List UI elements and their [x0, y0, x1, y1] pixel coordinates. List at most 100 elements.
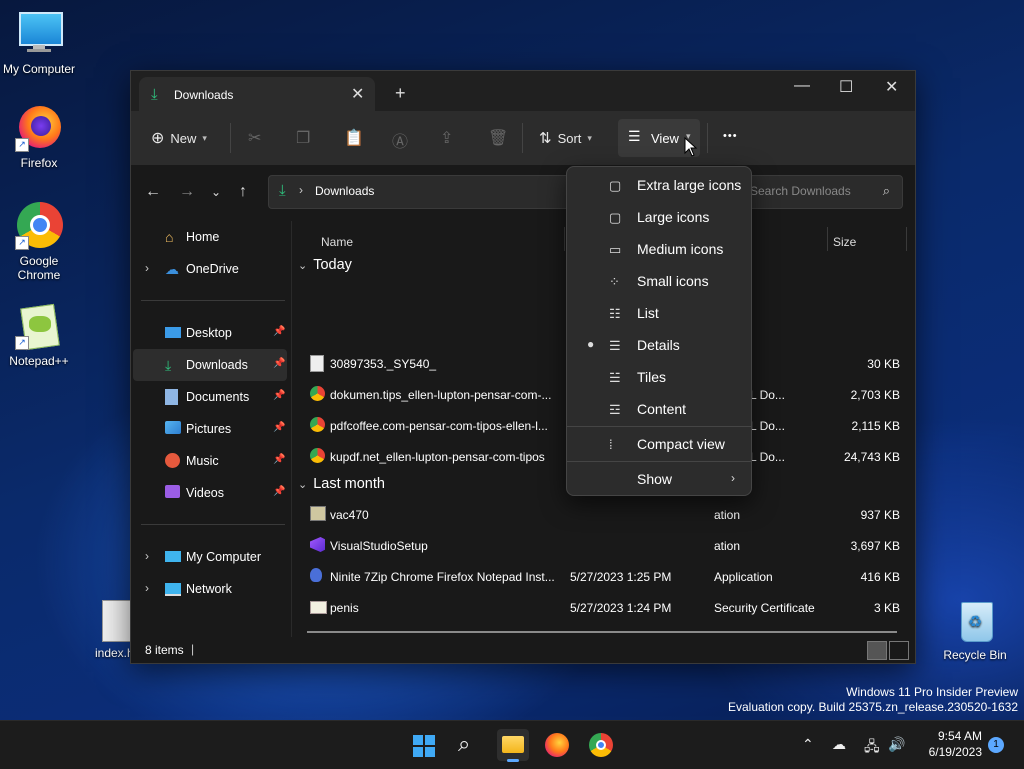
desktop-icon-recycle-bin[interactable]: ♻ Recycle Bin	[937, 596, 1013, 662]
sidebar-item-label: My Computer	[186, 550, 262, 564]
sidebar-item-documents[interactable]: Documents 📌	[133, 381, 287, 413]
new-tab-button[interactable]: +	[395, 83, 406, 104]
new-button[interactable]: ⊕ New ▾	[151, 126, 207, 150]
menu-item-extra-large-icons[interactable]: ▢ Extra large icons	[571, 169, 747, 201]
cut-icon[interactable]: ✂	[248, 128, 261, 148]
breadcrumb-chevron-icon: ›	[299, 183, 303, 197]
menu-item-show[interactable]: Show ›	[571, 463, 747, 495]
onedrive-icon: ☁	[165, 261, 179, 277]
forward-button[interactable]: →	[179, 183, 195, 201]
show-hidden-icons-chevron[interactable]: ⌃	[802, 736, 814, 753]
file-name: 30897353._SY540_	[330, 357, 437, 371]
menu-item-label: Compact view	[637, 436, 725, 452]
onedrive-offline-icon[interactable]: ☁	[832, 736, 846, 753]
sort-label: Sort	[557, 130, 582, 146]
sidebar-item-downloads[interactable]: ⤓ Downloads 📌	[133, 349, 287, 381]
menu-item-compact-view[interactable]: ⁞ Compact view	[571, 428, 747, 460]
paste-icon[interactable]: 📋	[344, 128, 364, 148]
sidebar-divider	[141, 524, 285, 525]
clock-time: 9:54 AM	[937, 729, 982, 743]
up-button[interactable]: ↑	[239, 183, 247, 201]
group-header-today[interactable]: ⌄ Today	[298, 257, 352, 273]
taskbar-firefox[interactable]	[541, 729, 573, 761]
file-name: Ninite 7Zip Chrome Firefox Notepad Inst.…	[330, 570, 555, 584]
desktop-icon-my-computer[interactable]: My Computer	[1, 10, 77, 76]
menu-item-medium-icons[interactable]: ▭ Medium icons	[571, 233, 747, 265]
file-row[interactable]: vac470 ation 937 KB	[292, 499, 916, 530]
column-divider[interactable]	[827, 227, 828, 251]
column-divider[interactable]	[906, 227, 907, 251]
sidebar-item-my-computer[interactable]: › My Computer	[133, 541, 287, 573]
breadcrumb-downloads[interactable]: Downloads	[315, 184, 374, 198]
chrome-icon: ↗	[15, 202, 63, 250]
close-window-button[interactable]: ✕	[885, 77, 898, 97]
group-header-last-month[interactable]: ⌄ Last month	[298, 476, 385, 492]
firefox-icon	[545, 733, 569, 757]
title-bar[interactable]: ⤓ Downloads ✕ + — ☐ ✕	[131, 71, 915, 111]
taskbar-chrome[interactable]	[585, 729, 617, 761]
taskbar-file-explorer[interactable]	[497, 729, 529, 762]
expand-chevron-icon[interactable]: ›	[145, 549, 149, 563]
sort-button[interactable]: ⇅ Sort ▾	[539, 126, 592, 150]
menu-item-content[interactable]: ☲ Content	[571, 393, 747, 425]
sidebar-item-pictures[interactable]: Pictures 📌	[133, 413, 287, 445]
file-name: VisualStudioSetup	[330, 539, 428, 553]
sidebar-item-music[interactable]: Music 📌	[133, 445, 287, 477]
sidebar-item-desktop[interactable]: Desktop 📌	[133, 317, 287, 349]
menu-item-tiles[interactable]: ☱ Tiles	[571, 361, 747, 393]
copy-icon[interactable]: ❐	[296, 128, 310, 148]
sidebar-item-network[interactable]: › Network	[133, 573, 287, 605]
menu-item-list[interactable]: ☷ List	[571, 297, 747, 329]
active-indicator	[507, 759, 519, 762]
recent-locations-button[interactable]: ⌄	[211, 185, 221, 199]
share-icon[interactable]: ⇪	[440, 128, 453, 148]
close-tab-icon[interactable]: ✕	[351, 84, 364, 104]
desktop-icon-chrome[interactable]: ↗ Google Chrome	[1, 202, 77, 282]
horizontal-scrollbar[interactable]	[307, 631, 897, 633]
notepadpp-icon: ↗	[15, 302, 63, 351]
address-bar[interactable]: ⤓ › Downloads	[268, 175, 570, 209]
desktop-icon-label: Notepad++	[9, 354, 69, 368]
search-input[interactable]: Search Downloads ⌕	[743, 175, 903, 209]
network-icon[interactable]: 🖧	[864, 736, 880, 760]
shortcut-arrow-icon: ↗	[15, 336, 29, 350]
maximize-button[interactable]: ☐	[839, 77, 853, 97]
sidebar-item-onedrive[interactable]: › ☁ OneDrive	[133, 253, 287, 285]
file-name: penis	[330, 601, 359, 615]
search-button[interactable]: ⌕	[453, 729, 485, 761]
volume-icon[interactable]: 🔊	[888, 736, 905, 753]
sidebar-item-label: Music	[186, 454, 219, 468]
pin-icon: 📌	[273, 454, 286, 465]
rename-icon[interactable]: Ⓐ	[392, 128, 408, 152]
start-button[interactable]	[408, 729, 440, 761]
tab-downloads[interactable]: ⤓ Downloads ✕	[139, 77, 375, 111]
medium-icons-icon: ▭	[609, 242, 622, 257]
collapse-chevron-icon: ⌄	[298, 479, 308, 491]
minimize-button[interactable]: —	[794, 77, 810, 95]
sidebar-item-home[interactable]: ⌂ Home	[133, 221, 287, 253]
clock[interactable]: 9:54 AM 6/19/2023	[912, 728, 982, 760]
file-row[interactable]: Ninite 7Zip Chrome Firefox Notepad Inst.…	[292, 561, 916, 592]
menu-item-label: Extra large icons	[637, 177, 742, 193]
menu-item-large-icons[interactable]: ▢ Large icons	[571, 201, 747, 233]
desktop-icon-notepadpp[interactable]: ↗ Notepad++	[1, 302, 77, 368]
column-header-name[interactable]: Name	[321, 235, 353, 249]
column-divider[interactable]	[564, 227, 565, 251]
column-header-size[interactable]: Size	[833, 235, 856, 249]
details-view-toggle[interactable]	[867, 641, 887, 660]
sidebar-item-label: Downloads	[186, 358, 248, 372]
expand-chevron-icon[interactable]: ›	[145, 581, 149, 595]
large-icons-view-toggle[interactable]	[889, 641, 909, 660]
menu-item-small-icons[interactable]: ⁘ Small icons	[571, 265, 747, 297]
recycle-bin-icon: ♻	[951, 596, 999, 644]
delete-icon[interactable]: 🗑	[488, 128, 508, 148]
file-row[interactable]: penis 5/27/2023 1:24 PM Security Certifi…	[292, 592, 916, 623]
menu-item-details[interactable]: ● ☰ Details	[571, 329, 747, 361]
sidebar-item-videos[interactable]: Videos 📌	[133, 477, 287, 509]
expand-chevron-icon[interactable]: ›	[145, 261, 149, 275]
notification-badge[interactable]: 1	[988, 737, 1004, 753]
desktop-icon-firefox[interactable]: ↗ Firefox	[1, 104, 77, 170]
back-button[interactable]: ←	[145, 183, 161, 201]
file-row[interactable]: VisualStudioSetup ation 3,697 KB	[292, 530, 916, 561]
more-options-icon[interactable]: •••	[723, 130, 738, 142]
